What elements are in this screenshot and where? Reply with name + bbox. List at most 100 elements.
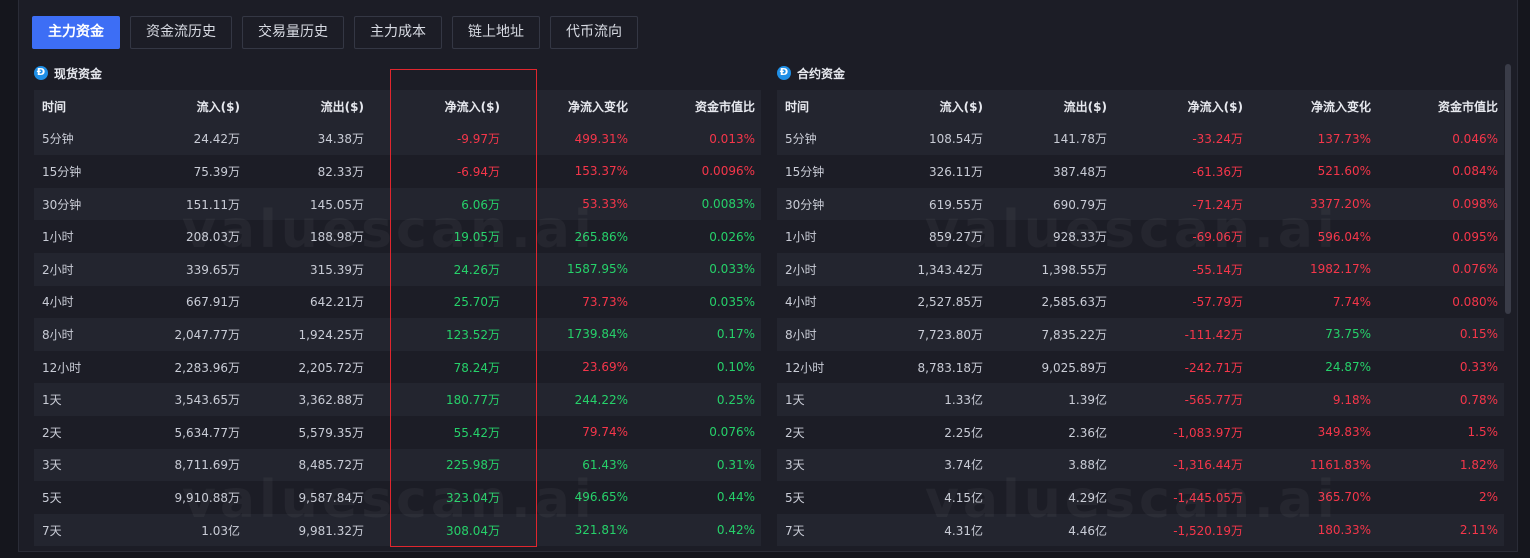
cell-outflow: 690.79万: [989, 187, 1113, 221]
table-row[interactable]: 4小时 667.91万 642.21万 25.70万 73.73% 0.035%: [34, 285, 761, 319]
cell-time: 30分钟: [777, 187, 867, 221]
cell-cap-ratio: 0.0083%: [634, 187, 761, 221]
table-row[interactable]: 8小时 2,047.77万 1,924.25万 123.52万 1739.84% 0.17…: [34, 318, 761, 351]
cell-net-inflow: 180.77万: [370, 383, 506, 416]
futures-section-header: Ð 合约资金: [777, 62, 1504, 84]
cell-outflow: 3,362.88万: [246, 383, 370, 416]
tab-main-cost[interactable]: 主力成本: [354, 16, 442, 49]
cell-outflow: 7,835.22万: [989, 318, 1113, 351]
tab-volume-history[interactable]: 交易量历史: [242, 16, 344, 49]
cell-net-change: 1982.17%: [1249, 252, 1377, 286]
tab-main-funds[interactable]: 主力资金: [32, 16, 120, 49]
cell-cap-ratio: 0.17%: [634, 318, 761, 351]
table-row[interactable]: 7天 4.31亿 4.46亿 -1,520.19万 180.33% 2.11%: [777, 513, 1504, 547]
cell-cap-ratio: 0.25%: [634, 383, 761, 416]
tab-fund-flow-history[interactable]: 资金流历史: [130, 16, 232, 49]
table-row[interactable]: 12小时 8,783.18万 9,025.89万 -242.71万 24.87% 0.33…: [777, 350, 1504, 384]
table-row[interactable]: 2小时 1,343.42万 1,398.55万 -55.14万 1982.17% 0.07…: [777, 252, 1504, 286]
cell-outflow: 1,924.25万: [246, 318, 370, 351]
cell-time: 1天: [34, 383, 124, 416]
table-row[interactable]: 1天 1.33亿 1.39亿 -565.77万 9.18% 0.78%: [777, 383, 1504, 416]
scrollbar-thumb[interactable]: [1505, 64, 1511, 314]
cell-outflow: 928.33万: [989, 220, 1113, 253]
cell-cap-ratio: 1.5%: [1377, 415, 1504, 449]
cell-net-change: 73.75%: [1249, 318, 1377, 351]
cell-outflow: 4.29亿: [989, 481, 1113, 514]
spot-table-body: 5分钟 24.42万 34.38万 -9.97万 499.31% 0.013% 15分钟 75…: [34, 122, 761, 547]
cell-inflow: 2,283.96万: [124, 350, 246, 384]
cell-time: 7天: [34, 513, 124, 547]
table-row[interactable]: 3天 8,711.69万 8,485.72万 225.98万 61.43% 0.31%: [34, 448, 761, 482]
cell-time: 1小时: [34, 220, 124, 253]
cell-outflow: 145.05万: [246, 187, 370, 221]
table-row[interactable]: 5天 4.15亿 4.29亿 -1,445.05万 365.70% 2%: [777, 481, 1504, 514]
table-row[interactable]: 30分钟 151.11万 145.05万 6.06万 53.33% 0.0083%: [34, 187, 761, 221]
col-header-outflow[interactable]: 流出($): [989, 90, 1113, 123]
table-row[interactable]: 12小时 2,283.96万 2,205.72万 78.24万 23.69% 0.10%: [34, 350, 761, 384]
cell-inflow: 8,711.69万: [124, 448, 246, 482]
table-row[interactable]: 5分钟 108.54万 141.78万 -33.24万 137.73% 0.046%: [777, 122, 1504, 156]
col-header-cap-ratio[interactable]: 资金市值比: [1377, 90, 1504, 123]
col-header-net-change[interactable]: 净流入变化: [1249, 90, 1377, 123]
coin-logo-icon: Ð: [777, 66, 791, 80]
col-header-net-inflow[interactable]: 净流入($): [1113, 90, 1249, 123]
cell-outflow: 1.39亿: [989, 383, 1113, 416]
cell-inflow: 3.74亿: [867, 448, 989, 482]
table-row[interactable]: 1天 3,543.65万 3,362.88万 180.77万 244.22% 0.25%: [34, 383, 761, 416]
futures-section: Ð 合约资金 时间 流入($) 流出($) 净流入($) 净流入变化 资金市值比…: [777, 62, 1504, 547]
table-row[interactable]: 30分钟 619.55万 690.79万 -71.24万 3377.20% 0.098%: [777, 187, 1504, 221]
cell-inflow: 5,634.77万: [124, 415, 246, 449]
cell-time: 3天: [34, 448, 124, 482]
spot-section-header: Ð 现货资金: [34, 62, 761, 84]
col-header-net-inflow[interactable]: 净流入($): [370, 90, 506, 123]
cell-outflow: 34.38万: [246, 122, 370, 156]
table-row[interactable]: 15分钟 75.39万 82.33万 -6.94万 153.37% 0.0096%: [34, 155, 761, 188]
col-header-time[interactable]: 时间: [34, 90, 124, 123]
cell-outflow: 8,485.72万: [246, 448, 370, 482]
table-row[interactable]: 5天 9,910.88万 9,587.84万 323.04万 496.65% 0.44%: [34, 481, 761, 514]
col-header-inflow[interactable]: 流入($): [124, 90, 246, 123]
cell-net-change: 265.86%: [506, 220, 634, 253]
col-header-cap-ratio[interactable]: 资金市值比: [634, 90, 761, 123]
table-row[interactable]: 3天 3.74亿 3.88亿 -1,316.44万 1161.83% 1.82%: [777, 448, 1504, 482]
cell-net-change: 79.74%: [506, 415, 634, 449]
cell-net-inflow: -33.24万: [1113, 122, 1249, 156]
table-row[interactable]: 5分钟 24.42万 34.38万 -9.97万 499.31% 0.013%: [34, 122, 761, 156]
cell-outflow: 9,025.89万: [989, 350, 1113, 384]
cell-inflow: 8,783.18万: [867, 350, 989, 384]
cell-cap-ratio: 0.026%: [634, 220, 761, 253]
cell-outflow: 3.88亿: [989, 448, 1113, 482]
tab-token-flow[interactable]: 代币流向: [550, 16, 638, 49]
table-row[interactable]: 2天 2.25亿 2.36亿 -1,083.97万 349.83% 1.5%: [777, 415, 1504, 449]
cell-cap-ratio: 0.046%: [1377, 122, 1504, 156]
cell-inflow: 3,543.65万: [124, 383, 246, 416]
cell-net-change: 521.60%: [1249, 155, 1377, 188]
cell-inflow: 9,910.88万: [124, 481, 246, 514]
cell-net-inflow: -71.24万: [1113, 187, 1249, 221]
table-row[interactable]: 2天 5,634.77万 5,579.35万 55.42万 79.74% 0.076%: [34, 415, 761, 449]
table-row[interactable]: 15分钟 326.11万 387.48万 -61.36万 521.60% 0.084%: [777, 155, 1504, 188]
cell-time: 1天: [777, 383, 867, 416]
tab-onchain-address[interactable]: 链上地址: [452, 16, 540, 49]
table-row[interactable]: 2小时 339.65万 315.39万 24.26万 1587.95% 0.033%: [34, 252, 761, 286]
table-row[interactable]: 1小时 208.03万 188.98万 19.05万 265.86% 0.026%: [34, 220, 761, 253]
table-row[interactable]: 8小时 7,723.80万 7,835.22万 -111.42万 73.75% 0.15%: [777, 318, 1504, 351]
col-header-net-change[interactable]: 净流入变化: [506, 90, 634, 123]
col-header-inflow[interactable]: 流入($): [867, 90, 989, 123]
table-row[interactable]: 1小时 859.27万 928.33万 -69.06万 596.04% 0.095%: [777, 220, 1504, 253]
col-header-time[interactable]: 时间: [777, 90, 867, 123]
cell-inflow: 1,343.42万: [867, 252, 989, 286]
table-row[interactable]: 7天 1.03亿 9,981.32万 308.04万 321.81% 0.42%: [34, 513, 761, 547]
table-row[interactable]: 4小时 2,527.85万 2,585.63万 -57.79万 7.74% 0.080%: [777, 285, 1504, 319]
cell-outflow: 642.21万: [246, 285, 370, 319]
cell-net-change: 153.37%: [506, 155, 634, 188]
cell-net-inflow: -111.42万: [1113, 318, 1249, 351]
cell-net-change: 349.83%: [1249, 415, 1377, 449]
col-header-outflow[interactable]: 流出($): [246, 90, 370, 123]
cell-cap-ratio: 0.095%: [1377, 220, 1504, 253]
cell-inflow: 667.91万: [124, 285, 246, 319]
cell-time: 5天: [777, 481, 867, 514]
cell-net-change: 23.69%: [506, 350, 634, 384]
cell-inflow: 326.11万: [867, 155, 989, 188]
cell-net-change: 9.18%: [1249, 383, 1377, 416]
